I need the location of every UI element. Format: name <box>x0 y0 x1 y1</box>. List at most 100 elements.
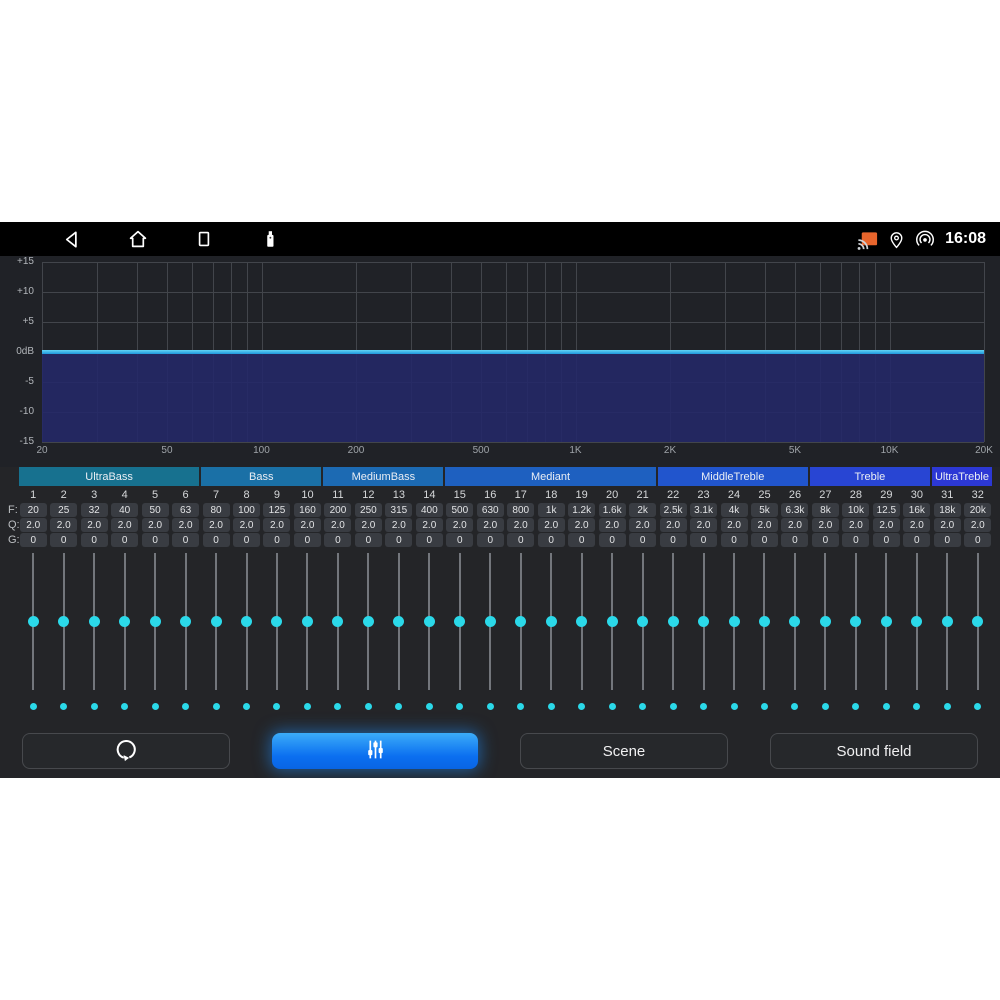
band-slider-knob[interactable] <box>119 616 130 627</box>
band-slider-knob[interactable] <box>607 616 618 627</box>
band-number: 25 <box>758 489 770 501</box>
band-slider-knob[interactable] <box>180 616 191 627</box>
band-slider[interactable] <box>841 553 871 690</box>
band-slider-knob[interactable] <box>332 616 343 627</box>
band-slider[interactable] <box>79 553 109 690</box>
band-slider-knob[interactable] <box>271 616 282 627</box>
band-f-value: 630 <box>477 503 504 517</box>
band-indicator-dot <box>426 703 433 710</box>
band-slider-knob[interactable] <box>911 616 922 627</box>
band-slider[interactable] <box>749 553 779 690</box>
band-slider[interactable] <box>719 553 749 690</box>
band-slider-knob[interactable] <box>820 616 831 627</box>
band-slider-knob[interactable] <box>881 616 892 627</box>
band-slider[interactable] <box>810 553 840 690</box>
band-slider-knob[interactable] <box>972 616 983 627</box>
band-g-value: 0 <box>751 533 778 547</box>
band-slider[interactable] <box>688 553 718 690</box>
band-q-value: 2.0 <box>842 518 869 532</box>
band-slider[interactable] <box>201 553 231 690</box>
band-f-value: 4k <box>721 503 748 517</box>
band-slider[interactable] <box>627 553 657 690</box>
reset-button[interactable] <box>22 733 230 769</box>
back-icon[interactable] <box>60 227 84 251</box>
band-slider[interactable] <box>140 553 170 690</box>
band-slider-knob[interactable] <box>576 616 587 627</box>
recents-icon[interactable] <box>192 227 216 251</box>
band-frequency-row: 2025324050638010012516020025031540050063… <box>18 503 993 517</box>
y-tick-label: -5 <box>25 376 34 387</box>
band-f-value: 20 <box>20 503 47 517</box>
band-indicator-dot <box>456 703 463 710</box>
band-slider[interactable] <box>414 553 444 690</box>
band-f-value: 250 <box>355 503 382 517</box>
band-slider[interactable] <box>871 553 901 690</box>
band-f-value: 160 <box>294 503 321 517</box>
band-slider[interactable] <box>506 553 536 690</box>
band-slider-knob[interactable] <box>241 616 252 627</box>
band-slider-knob[interactable] <box>789 616 800 627</box>
band-slider-knob[interactable] <box>393 616 404 627</box>
band-group-mediumbass: MediumBass <box>323 467 443 486</box>
band-slider-knob[interactable] <box>546 616 557 627</box>
band-slider[interactable] <box>963 553 993 690</box>
band-slider-knob[interactable] <box>729 616 740 627</box>
band-slider-knob[interactable] <box>211 616 222 627</box>
band-number: 27 <box>819 489 831 501</box>
band-q-value: 2.0 <box>599 518 626 532</box>
band-slider[interactable] <box>262 553 292 690</box>
band-slider-knob[interactable] <box>698 616 709 627</box>
band-q-value: 2.0 <box>477 518 504 532</box>
band-f-value: 40 <box>111 503 138 517</box>
band-slider-knob[interactable] <box>637 616 648 627</box>
band-slider-knob[interactable] <box>150 616 161 627</box>
home-icon[interactable] <box>126 227 150 251</box>
band-slider-knob[interactable] <box>668 616 679 627</box>
band-slider[interactable] <box>475 553 505 690</box>
band-slider[interactable] <box>536 553 566 690</box>
band-number: 17 <box>515 489 527 501</box>
band-slider[interactable] <box>445 553 475 690</box>
sound-field-button[interactable]: Sound field <box>770 733 978 769</box>
band-slider[interactable] <box>932 553 962 690</box>
band-slider-knob[interactable] <box>850 616 861 627</box>
band-indicator-dot <box>395 703 402 710</box>
band-slider[interactable] <box>566 553 596 690</box>
band-number: 14 <box>423 489 435 501</box>
band-slider[interactable] <box>780 553 810 690</box>
band-slider-knob[interactable] <box>759 616 770 627</box>
equalizer-button[interactable] <box>272 733 478 769</box>
band-slider[interactable] <box>231 553 261 690</box>
band-slider[interactable] <box>292 553 322 690</box>
scene-button[interactable]: Scene <box>520 733 728 769</box>
band-number: 21 <box>636 489 648 501</box>
curve-fill <box>42 354 984 442</box>
band-indicator-dot <box>30 703 37 710</box>
band-f-value: 63 <box>172 503 199 517</box>
status-bar: 16:08 <box>0 222 1000 256</box>
band-slider[interactable] <box>48 553 78 690</box>
band-slider-knob[interactable] <box>302 616 313 627</box>
band-slider[interactable] <box>170 553 200 690</box>
band-slider-knob[interactable] <box>942 616 953 627</box>
band-slider[interactable] <box>109 553 139 690</box>
band-slider-knob[interactable] <box>28 616 39 627</box>
band-slider-knob[interactable] <box>485 616 496 627</box>
band-slider-knob[interactable] <box>454 616 465 627</box>
band-slider[interactable] <box>597 553 627 690</box>
band-slider-knob[interactable] <box>58 616 69 627</box>
band-slider[interactable] <box>384 553 414 690</box>
band-q-value: 2.0 <box>629 518 656 532</box>
band-indicator-dot <box>944 703 951 710</box>
band-slider[interactable] <box>353 553 383 690</box>
band-slider-knob[interactable] <box>89 616 100 627</box>
band-f-value: 5k <box>751 503 778 517</box>
band-indicator-dot <box>517 703 524 710</box>
band-slider[interactable] <box>658 553 688 690</box>
band-slider[interactable] <box>323 553 353 690</box>
band-slider-knob[interactable] <box>424 616 435 627</box>
band-slider-knob[interactable] <box>363 616 374 627</box>
band-slider[interactable] <box>902 553 932 690</box>
band-slider[interactable] <box>18 553 48 690</box>
band-slider-knob[interactable] <box>515 616 526 627</box>
